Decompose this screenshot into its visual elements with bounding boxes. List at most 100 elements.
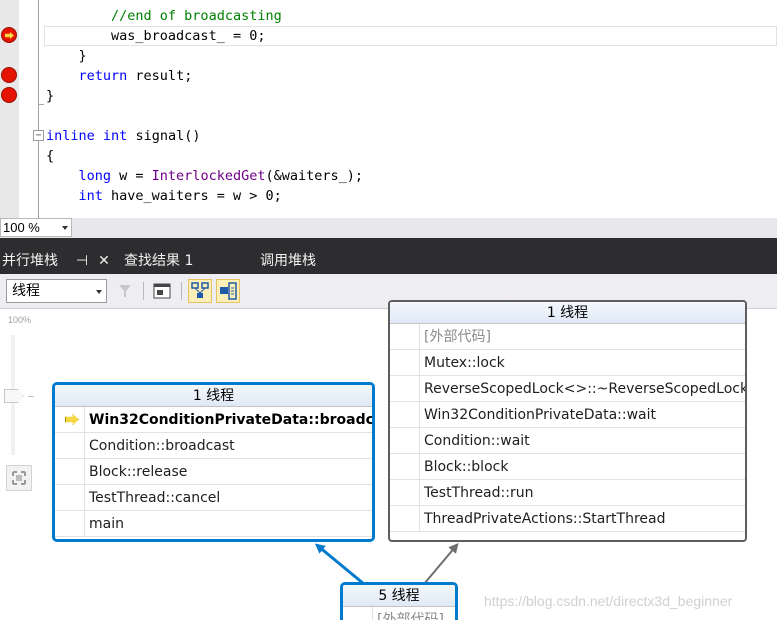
stack-frame[interactable]: Block::release	[55, 459, 372, 485]
code-token: inline	[46, 128, 95, 144]
stack-node-root[interactable]: 5 线程 [外部代码]	[340, 582, 458, 620]
chevron-down-icon	[62, 226, 68, 230]
code-token: }	[78, 48, 87, 64]
editor-statusbar	[0, 218, 777, 238]
frame-gutter	[55, 433, 85, 458]
view-select[interactable]: 线程	[6, 279, 107, 303]
tab-label: 调用堆栈	[260, 253, 316, 269]
code-line: int have_waiters = w > 0;	[46, 186, 282, 206]
breakpoint-icon[interactable]	[1, 67, 17, 83]
stack-frame[interactable]: TestThread::cancel	[55, 485, 372, 511]
tool-window-tabs: 并行堆栈 ⊣ ✕ 查找结果 1 调用堆栈	[0, 248, 777, 274]
stack-frame[interactable]: main	[55, 511, 372, 537]
zoom-dropdown[interactable]: 100 %	[0, 218, 72, 237]
tab-label: 并行堆栈	[2, 253, 58, 269]
code-token: int	[78, 188, 103, 204]
stack-frame[interactable]: Win32ConditionPrivateData::broadcast	[55, 407, 372, 433]
code-editor[interactable]: − //end of broadcasting was_broadcast_ =…	[0, 0, 777, 218]
zoom-to-fit-icon[interactable]	[6, 465, 32, 491]
code-token: have_waiters = w > 0;	[102, 188, 282, 204]
breakpoint-icon[interactable]	[1, 87, 17, 103]
tab-call-stack[interactable]: 调用堆栈	[258, 248, 338, 274]
code-line: was_broadcast_ = 0;	[46, 26, 265, 46]
frame-label: Block::block	[424, 459, 509, 475]
code-token: w =	[111, 168, 152, 184]
code-line: inline int signal()	[46, 126, 200, 146]
stack-frame[interactable]: [外部代码]	[343, 607, 455, 620]
code-token: //end of broadcasting	[111, 8, 282, 24]
tab-parallel-stacks[interactable]: 并行堆栈	[0, 248, 78, 274]
frame-label: ReverseScopedLock<>::~ReverseScopedLock.…	[424, 381, 745, 397]
frame-label: main	[89, 516, 124, 532]
outline-margin	[38, 0, 39, 218]
frame-label: Win32ConditionPrivateData::wait	[424, 407, 656, 423]
pin-icon[interactable]: ⊣	[74, 248, 90, 274]
filter-icon[interactable]	[113, 279, 137, 303]
frame-label: Win32ConditionPrivateData::broadcast	[89, 412, 372, 428]
stack-frame[interactable]: Win32ConditionPrivateData::wait	[390, 402, 745, 428]
code-line: long w = InterlockedGet(&waiters_);	[46, 166, 364, 186]
code-token: InterlockedGet	[151, 168, 266, 184]
frame-label: Condition::wait	[424, 433, 530, 449]
frame-gutter	[390, 376, 420, 401]
node-header: 1 线程	[55, 385, 372, 407]
code-token: long	[78, 168, 112, 184]
code-line: }	[46, 86, 54, 106]
frame-label: Condition::broadcast	[89, 438, 235, 454]
frame-label: [外部代码]	[424, 329, 491, 345]
code-token: return	[78, 68, 128, 84]
toggle-method-view-icon[interactable]	[188, 279, 212, 303]
frame-gutter	[390, 506, 420, 531]
outline-end-tick	[38, 104, 44, 105]
toolbar-separator	[181, 282, 182, 300]
chevron-down-icon	[96, 290, 102, 294]
code-token: (&waiters_);	[265, 168, 364, 184]
method-view-icon[interactable]	[150, 279, 174, 303]
close-icon[interactable]: ✕	[96, 248, 112, 274]
node-header: 5 线程	[343, 585, 455, 607]
frame-label: TestThread::run	[424, 485, 534, 501]
frame-gutter	[55, 459, 85, 484]
stack-frame[interactable]: [外部代码]	[390, 324, 745, 350]
canvas-zoom-tick	[28, 396, 34, 397]
frame-gutter	[55, 485, 85, 510]
code-token: was_broadcast_ = 0;	[111, 28, 266, 44]
code-token: {	[46, 148, 55, 164]
node-frames: [外部代码]Mutex::lockReverseScopedLock<>::~R…	[390, 324, 745, 532]
auto-scroll-icon[interactable]	[216, 279, 240, 303]
watermark: https://blog.csdn.net/directx3d_beginner	[484, 593, 733, 609]
code-token: }	[46, 88, 55, 104]
frame-label: Mutex::lock	[424, 355, 505, 371]
stack-frame[interactable]: ThreadPrivateActions::StartThread	[390, 506, 745, 532]
stack-frame[interactable]: Condition::broadcast	[55, 433, 372, 459]
frame-gutter	[390, 350, 420, 375]
zoom-value: 100 %	[3, 220, 40, 235]
stack-frame[interactable]: Condition::wait	[390, 428, 745, 454]
frame-label: Block::release	[89, 464, 188, 480]
canvas-zoom-label: 100%	[8, 315, 32, 325]
frame-gutter	[390, 480, 420, 505]
code-token: result;	[127, 68, 193, 84]
dock-divider[interactable]	[0, 238, 777, 248]
tab-find-results[interactable]: 查找结果 1	[122, 248, 222, 274]
code-token: int	[102, 128, 128, 144]
view-select-value: 线程	[12, 283, 40, 299]
frame-gutter	[55, 511, 85, 536]
stack-frame[interactable]: Mutex::lock	[390, 350, 745, 376]
stack-node-active[interactable]: 1 线程 Win32ConditionPrivateData::broadcas…	[52, 382, 375, 542]
collapse-icon[interactable]: −	[33, 130, 44, 141]
stack-node[interactable]: 1 线程 [外部代码] Mutex::lock ReverseScopedLock<…	[388, 300, 747, 542]
stack-frame[interactable]: TestThread::run	[390, 480, 745, 506]
frame-gutter	[390, 428, 420, 453]
frame-label: ThreadPrivateActions::StartThread	[424, 511, 666, 527]
vs-window: − //end of broadcasting was_broadcast_ =…	[0, 0, 777, 620]
node-frames: [外部代码]	[343, 607, 455, 620]
stack-frame[interactable]: ReverseScopedLock<>::~ReverseScopedLock.…	[390, 376, 745, 402]
node-frames: Win32ConditionPrivateData::broadcastCond…	[55, 407, 372, 537]
frame-gutter	[390, 454, 420, 479]
breakpoint-current-icon[interactable]	[1, 27, 17, 43]
frame-label: [外部代码]	[377, 612, 444, 620]
stack-frame[interactable]: Block::block	[390, 454, 745, 480]
toolbar-separator	[143, 282, 144, 300]
